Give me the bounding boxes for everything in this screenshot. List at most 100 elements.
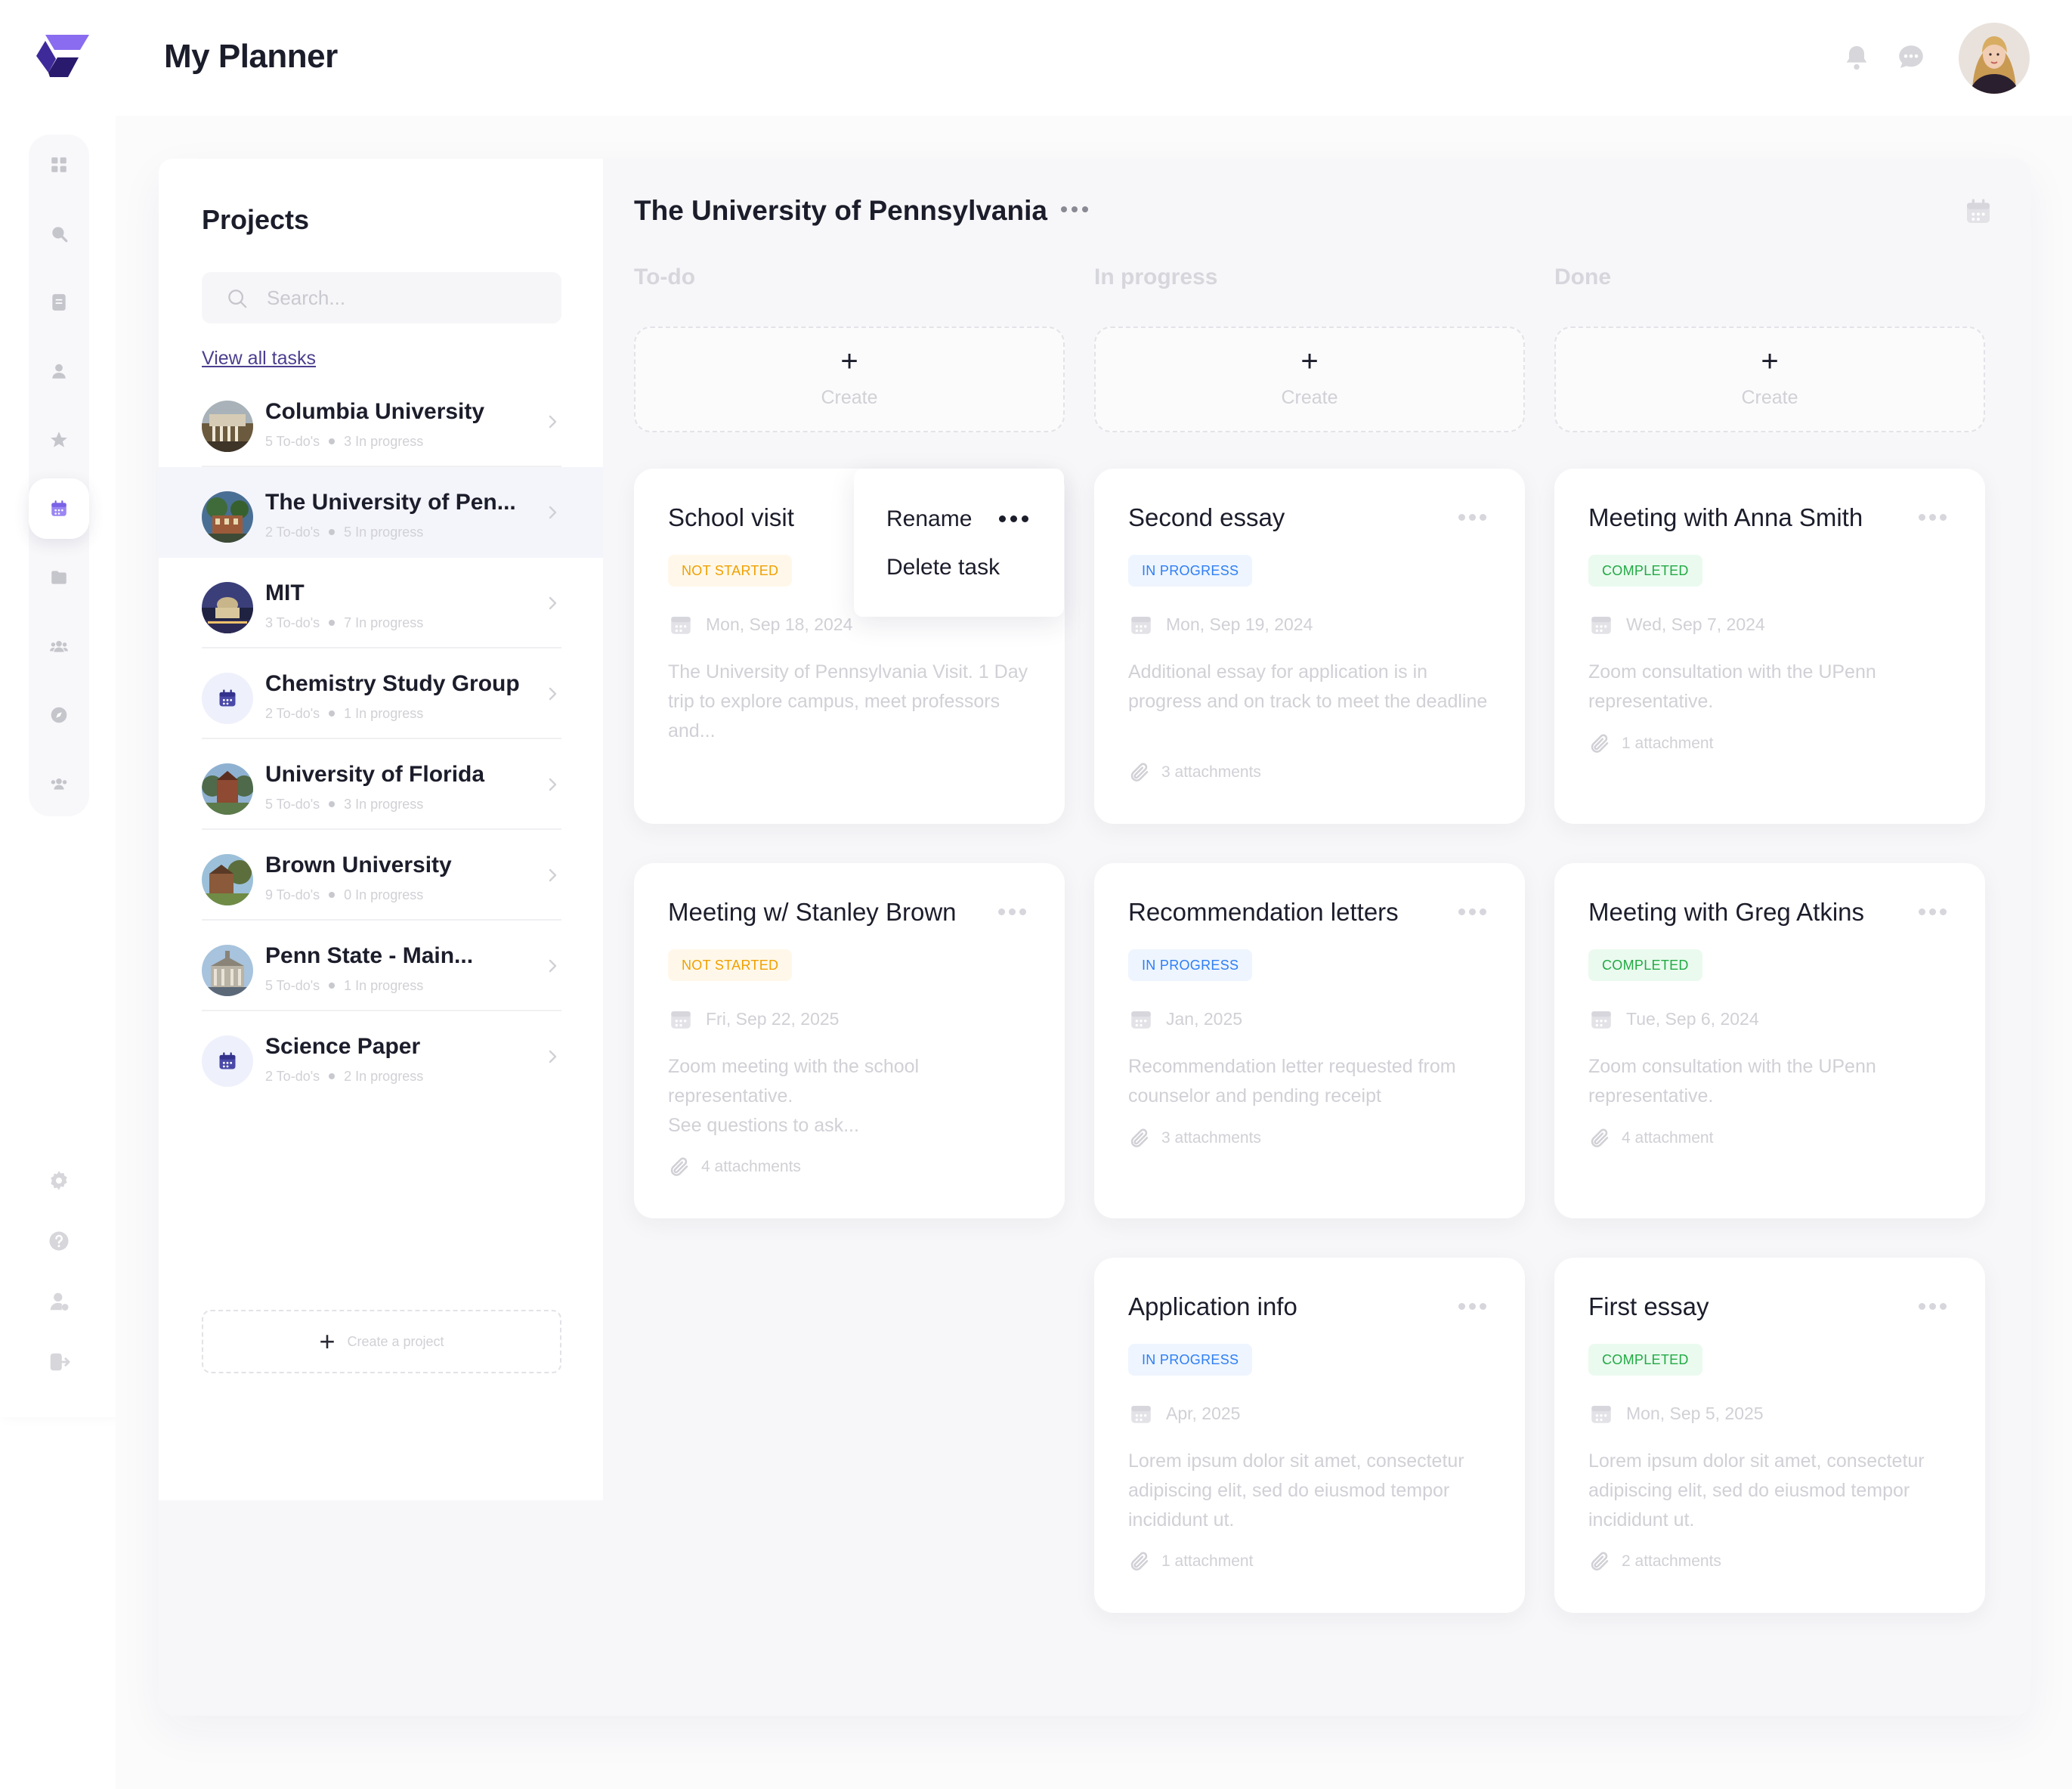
create-task-todo[interactable]: + Create [634,327,1065,432]
project-search[interactable] [202,272,561,323]
nav-documents[interactable] [29,272,89,333]
user-avatar[interactable] [1959,23,2030,94]
account-icon [50,1292,69,1311]
nav-help[interactable] [29,1211,89,1271]
create-label: Create [1281,387,1338,408]
task-attachments[interactable]: 3 attachments [1128,1125,1261,1152]
project-name: Chemistry Study Group [265,671,520,696]
paperclip-icon [1130,1128,1149,1147]
task-card[interactable]: Application info IN PROGRESS Apr, 2025 L… [1094,1258,1525,1613]
calendar-icon [1591,1011,1611,1029]
project-meta: 2 To-do's 2 In progress [265,1069,423,1085]
task-more-button[interactable] [1458,908,1489,918]
project-item-upenn[interactable]: The University of Pen... 2 To-do's 5 In p… [159,467,603,558]
calendar-icon [51,500,66,516]
project-meta: 2 To-do's 1 In progress [265,706,423,722]
rail-nav-group [29,135,89,816]
group-icon [50,640,68,652]
chat-icon [1899,45,1923,68]
nav-favorites[interactable] [29,410,89,470]
project-item-brown-university[interactable]: Brown University 9 To-do's 0 In progress [159,830,603,921]
task-card[interactable]: Meeting with Anna Smith COMPLETED Wed, S… [1554,469,1985,824]
nav-logout[interactable] [29,1332,89,1392]
task-date: Mon, Sep 5, 2025 [1588,1398,1764,1428]
status-badge: COMPLETED [1588,949,1702,981]
task-attachments[interactable]: 1 attachment [1588,730,1713,757]
top-header: My Planner [116,0,2072,116]
create-project-button[interactable]: + Create a project [202,1310,561,1373]
create-task-in-progress[interactable]: + Create [1094,327,1525,432]
attachments-text: 4 attachments [701,1158,801,1175]
task-more-button[interactable] [1458,514,1489,523]
task-attachments[interactable]: 3 attachments [1128,759,1261,786]
task-date-text: Jan, 2025 [1166,1008,1243,1029]
nav-dashboard[interactable] [29,135,89,195]
nav-planner[interactable] [29,478,89,539]
menu-item-delete-task[interactable]: Delete task [886,555,1000,580]
messages-button[interactable] [1894,41,1928,74]
task-card[interactable]: Meeting w/ Stanley Brown NOT STARTED Fri… [634,863,1065,1218]
project-item-penn-state[interactable]: Penn State - Main... 5 To-do's 1 In progr… [159,921,603,1011]
task-attachments[interactable]: 4 attachment [1588,1125,1713,1152]
task-date: Apr, 2025 [1128,1398,1240,1428]
create-task-done[interactable]: + Create [1554,327,1985,432]
document-icon [52,294,66,311]
project-item-columbia[interactable]: Columbia University 5 To-do's 3 In progre… [159,376,603,467]
task-title: Meeting w/ Stanley Brown [668,898,957,926]
attachments-text: 1 attachment [1161,1552,1254,1570]
progress-count: 1 In progress [344,706,424,721]
progress-count: 2 In progress [344,1069,424,1084]
task-card[interactable]: First essay COMPLETED Mon, Sep 5, 2025 L… [1554,1258,1985,1613]
search-input[interactable] [267,283,546,313]
nav-profile[interactable] [29,341,89,401]
app-logo[interactable] [35,33,89,80]
task-attachments[interactable]: 2 attachments [1588,1548,1721,1575]
task-more-button[interactable] [998,908,1028,918]
nav-groups[interactable] [29,616,89,676]
task-title: Meeting with Anna Smith [1588,503,1863,531]
project-item-chemistry-study-group[interactable]: Chemistry Study Group 2 To-do's 1 In prog… [159,648,603,739]
project-item-mit[interactable]: MIT 3 To-do's 7 In progress [159,558,603,648]
calendar-icon[interactable] [1963,197,1993,227]
nav-team[interactable] [29,754,89,814]
task-title: Meeting with Greg Atkins [1588,898,1864,926]
task-context-menu: Rename Delete task [854,469,1064,617]
team-icon [51,778,67,790]
user-icon [52,364,66,379]
paperclip-icon [1130,1552,1149,1571]
task-more-button[interactable] [1458,1303,1489,1312]
nav-explore[interactable] [29,685,89,745]
project-item-science-paper[interactable]: Science Paper 2 To-do's 2 In progress [159,1011,603,1102]
project-meta: 5 To-do's 3 In progress [265,434,423,450]
task-date-text: Wed, Sep 7, 2024 [1626,614,1765,634]
task-more-button[interactable] [999,515,1028,522]
task-card[interactable]: Recommendation letters IN PROGRESS Jan, … [1094,863,1525,1218]
task-card[interactable]: Meeting with Greg Atkins COMPLETED Tue, … [1554,863,1985,1218]
task-more-button[interactable] [1919,514,1949,523]
menu-item-rename[interactable]: Rename [886,506,972,532]
task-card[interactable]: Second essay IN PROGRESS Mon, Sep 19, 20… [1094,469,1525,824]
task-attachments[interactable]: 4 attachments [668,1153,801,1181]
notifications-button[interactable] [1840,41,1873,74]
project-meta: 2 To-do's 5 In progress [265,525,423,540]
task-more-button[interactable] [1919,1303,1949,1312]
chevron-right-icon [549,506,557,519]
nav-account[interactable] [29,1271,89,1332]
nav-folder[interactable] [29,547,89,608]
task-attachments[interactable]: 1 attachment [1128,1548,1253,1575]
paperclip-icon [1591,1552,1609,1571]
create-label: Create [821,387,878,408]
task-more-button[interactable] [1919,908,1949,918]
plus-icon: + [319,1326,336,1357]
left-rail [0,0,116,1417]
status-badge: NOT STARTED [668,555,793,587]
project-name: Brown University [265,853,452,877]
board-more-button[interactable] [1059,198,1090,221]
project-name: The University of Pen... [265,490,516,515]
task-date: Jan, 2025 [1128,1004,1242,1034]
project-name: Penn State - Main... [265,943,474,968]
view-all-tasks-link[interactable]: View all tasks [202,348,316,370]
project-item-university-of-florida[interactable]: University of Florida 5 To-do's 3 In prog… [159,739,603,830]
nav-search[interactable] [29,203,89,264]
nav-settings[interactable] [29,1150,89,1211]
